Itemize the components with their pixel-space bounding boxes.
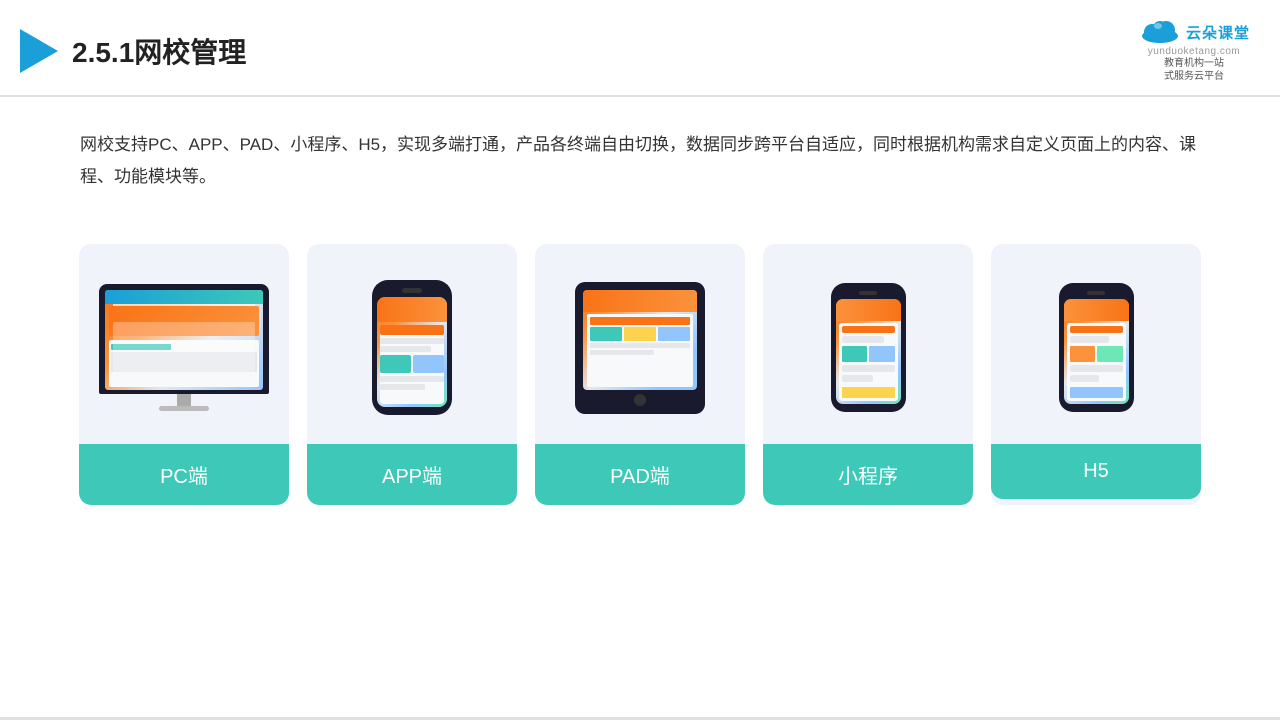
description-text: 网校支持PC、APP、PAD、小程序、H5，实现多端打通，产品各终端自由切换，数… <box>80 135 1196 186</box>
logo-name-en: yunduoketang.com <box>1148 46 1241 57</box>
monitor-screen <box>105 290 263 390</box>
card-image-h5 <box>991 244 1201 444</box>
card-h5: H5 <box>991 244 1201 505</box>
page-title: 2.5.1网校管理 <box>72 31 246 71</box>
card-label-pc: PC端 <box>79 444 289 505</box>
tablet-mockup <box>575 282 705 414</box>
page-wrapper: 2.5.1网校管理 云朵课堂 yunduoketang.com <box>0 0 1280 720</box>
card-label-miniprogram: 小程序 <box>763 444 973 505</box>
card-app: APP端 <box>307 244 517 505</box>
card-image-pc <box>79 244 289 444</box>
cloud-icon <box>1138 18 1182 46</box>
logo-area: 云朵课堂 yunduoketang.com 教育机构一站 式服务云平台 <box>1138 18 1250 83</box>
play-icon <box>20 29 58 73</box>
card-label-pad: PAD端 <box>535 444 745 505</box>
header-left: 2.5.1网校管理 <box>20 29 246 73</box>
phone-mockup-miniprogram <box>831 283 906 412</box>
cards-container: PC端 <box>0 214 1280 505</box>
card-label-h5: H5 <box>991 444 1201 499</box>
card-image-miniprogram <box>763 244 973 444</box>
phone-mockup-app <box>372 280 452 415</box>
card-image-app <box>307 244 517 444</box>
logo-slogan: 教育机构一站 式服务云平台 <box>1164 57 1224 83</box>
monitor-mockup <box>99 284 269 411</box>
card-pad: PAD端 <box>535 244 745 505</box>
logo-cloud: 云朵课堂 <box>1138 18 1250 46</box>
phone-mockup-h5 <box>1059 283 1134 412</box>
card-pc: PC端 <box>79 244 289 505</box>
description: 网校支持PC、APP、PAD、小程序、H5，实现多端打通，产品各终端自由切换，数… <box>0 97 1280 214</box>
card-miniprogram: 小程序 <box>763 244 973 505</box>
header: 2.5.1网校管理 云朵课堂 yunduoketang.com <box>0 0 1280 97</box>
logo-name-cn: 云朵课堂 <box>1186 22 1250 43</box>
card-label-app: APP端 <box>307 444 517 505</box>
card-image-pad <box>535 244 745 444</box>
